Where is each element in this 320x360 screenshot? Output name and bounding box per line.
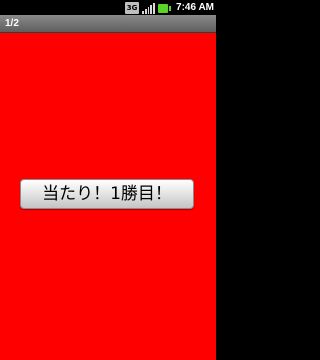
result-screen: 当たり！1勝目！	[0, 33, 216, 360]
status-icons: 3G 7:46 AM	[125, 0, 214, 15]
signal-strength-icon	[142, 2, 155, 14]
result-button[interactable]: 当たり！1勝目！	[20, 179, 194, 209]
status-bar: 3G 7:46 AM	[0, 0, 216, 15]
network-type-icon: 3G	[125, 1, 140, 14]
status-clock: 7:46 AM	[176, 2, 214, 13]
battery-icon	[158, 2, 172, 14]
page-title: 1/2	[5, 18, 19, 29]
network-type-label: 3G	[126, 3, 138, 12]
title-bar: 1/2	[0, 15, 216, 33]
